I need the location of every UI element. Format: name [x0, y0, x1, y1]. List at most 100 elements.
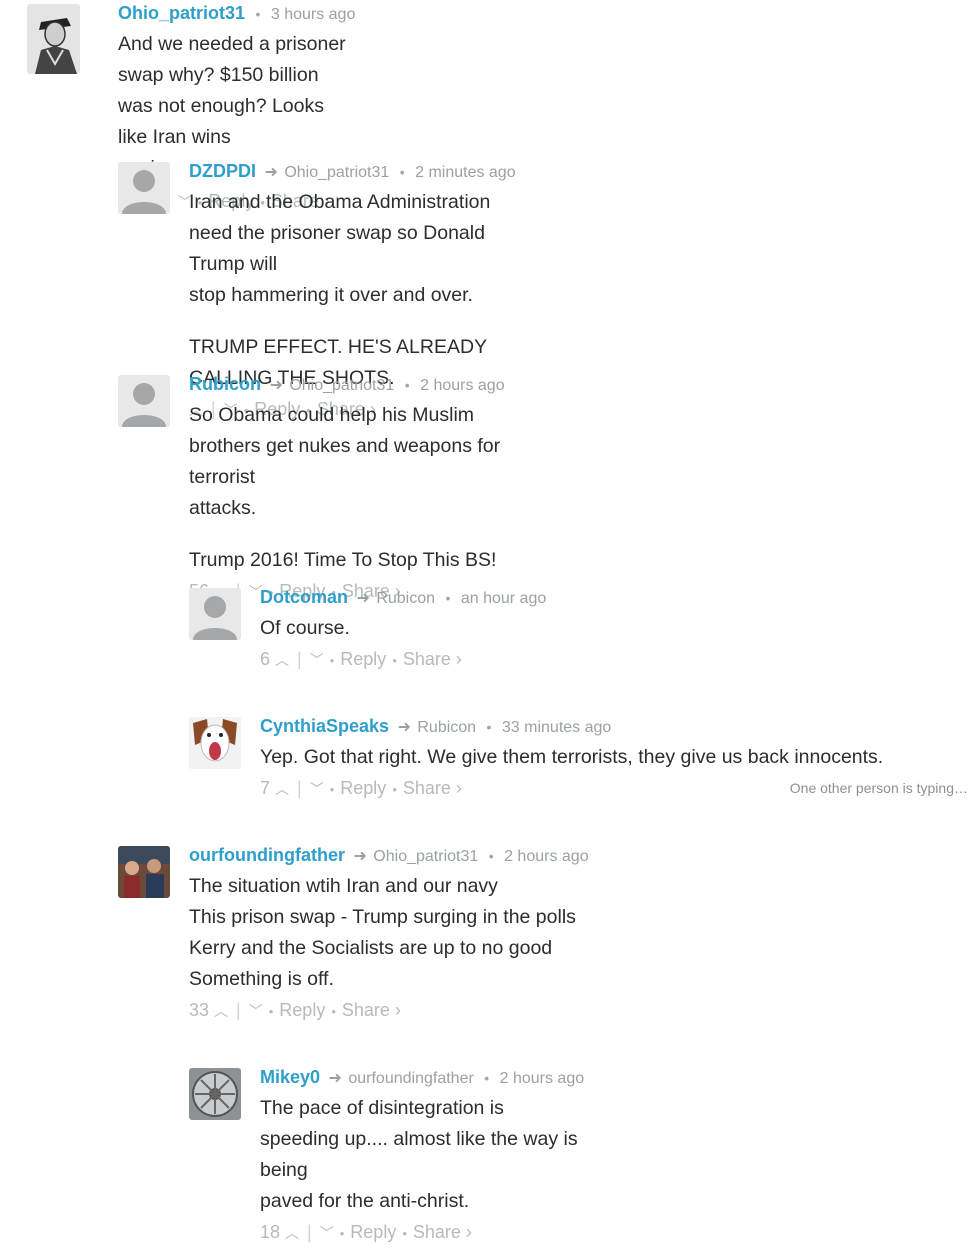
typing-indicator: One other person is typing…	[789, 780, 968, 796]
timestamp-link[interactable]: 33 minutes ago	[502, 719, 611, 736]
separator-dot: •	[268, 1004, 274, 1019]
comment-footer: 7 ︿ | ﹀ • Reply • Share › One other person is …	[260, 773, 974, 803]
avatar[interactable]	[189, 588, 241, 640]
parent-author-link[interactable]: Ohio_patriot31	[289, 377, 394, 394]
divider: |	[297, 649, 302, 669]
author-link[interactable]: Mikey0	[260, 1067, 320, 1087]
comment-text: Yep. Got that right. We give them terror…	[260, 742, 974, 773]
comment-line: attacks.	[189, 497, 257, 519]
comment-line: stop hammering it over and over.	[189, 284, 473, 306]
reply-button[interactable]: Reply	[340, 649, 386, 669]
reply-arrow-icon: ➜	[328, 1070, 342, 1087]
reply-arrow-icon: ➜	[264, 164, 278, 181]
share-button[interactable]: Share ›	[403, 778, 462, 798]
comment-header: Ohio_patriot31 • 3 hours ago	[118, 0, 355, 26]
reply-button[interactable]: Reply	[279, 1000, 325, 1020]
avatar[interactable]	[189, 1068, 241, 1120]
parent-author-link[interactable]: Rubicon	[376, 590, 435, 607]
comment-body: Dotcoman ➜ Rubicon • an hour ago Of cour…	[260, 584, 546, 674]
comment-header: Dotcoman ➜ Rubicon • an hour ago	[260, 584, 546, 610]
divider: |	[236, 1000, 241, 1020]
comment-text: The pace of disintegration is speeding u…	[260, 1093, 584, 1217]
reply-arrow-icon: ➜	[397, 719, 411, 736]
avatar[interactable]	[118, 846, 170, 898]
comment-text: Iran and the Obama Administration need t…	[189, 187, 516, 394]
share-button[interactable]: Share ›	[342, 1000, 401, 1020]
separator-dot: •	[486, 719, 492, 735]
timestamp-link[interactable]: an hour ago	[461, 590, 546, 607]
upvote-icon[interactable]: ︿	[214, 996, 228, 1026]
comment-line: Something is off.	[189, 968, 334, 990]
comment-line: So Obama could help his Muslim brothers …	[189, 404, 501, 488]
timestamp-link[interactable]: 3 hours ago	[271, 6, 356, 23]
upvote-icon[interactable]: ︿	[275, 774, 289, 804]
comment-header: DZDPDI ➜ Ohio_patriot31 • 2 minutes ago	[189, 158, 516, 184]
avatar[interactable]	[118, 375, 170, 427]
author-link[interactable]: Dotcoman	[260, 587, 348, 607]
reply-button[interactable]: Reply	[350, 1222, 396, 1242]
comment-footer: 33 ︿ | ﹀ • Reply • Share ›	[189, 995, 589, 1025]
upvote-icon[interactable]: ︿	[275, 645, 289, 675]
comment-footer: 6 ︿ | ﹀ • Reply • Share ›	[260, 644, 546, 674]
comment-line: paved for the anti-christ.	[260, 1190, 470, 1212]
soldier-portrait-icon	[27, 4, 80, 74]
timestamp-link[interactable]: 2 hours ago	[504, 848, 589, 865]
avatar[interactable]	[118, 162, 170, 214]
wheel-photo-icon	[189, 1068, 241, 1120]
avatar[interactable]	[27, 4, 80, 74]
comment-body: Rubicon ➜ Ohio_patriot31 • 2 hours ago S…	[189, 371, 505, 606]
author-link[interactable]: Ohio_patriot31	[118, 3, 245, 23]
separator-dot: •	[402, 1226, 407, 1241]
author-link[interactable]: Rubicon	[189, 374, 261, 394]
downvote-icon[interactable]: ﹀	[310, 774, 324, 804]
reply-button[interactable]: Reply	[340, 778, 386, 798]
separator-dot: •	[392, 653, 397, 668]
comment-body: ourfoundingfather ➜ Ohio_patriot31 • 2 h…	[189, 842, 589, 1025]
parent-author-link[interactable]: Ohio_patriot31	[284, 164, 389, 181]
author-link[interactable]: DZDPDI	[189, 161, 256, 181]
parent-author-link[interactable]: Rubicon	[417, 719, 476, 736]
comment-line: Kerry and the Socialists are up to no go…	[189, 937, 553, 959]
separator-dot: •	[255, 6, 261, 22]
comment-line: Trump 2016! Time To Stop This BS!	[189, 549, 497, 571]
comment-line: Iran and the Obama Administration need t…	[189, 191, 491, 275]
parent-author-link[interactable]: Ohio_patriot31	[373, 848, 478, 865]
comment-text: Of course.	[260, 613, 546, 644]
separator-dot: •	[399, 164, 405, 180]
timestamp-link[interactable]: 2 hours ago	[500, 1070, 585, 1087]
comment-text: So Obama could help his Muslim brothers …	[189, 400, 505, 576]
vote-count: 6	[260, 649, 271, 669]
comment-line: The situation wtih Iran and our navy	[189, 875, 498, 897]
separator-dot: •	[329, 653, 335, 668]
reply-arrow-icon: ➜	[353, 848, 367, 865]
avatar[interactable]	[189, 717, 241, 769]
group-photo-icon	[118, 846, 170, 898]
default-user-icon	[118, 375, 170, 427]
separator-dot: •	[339, 1226, 345, 1241]
timestamp-link[interactable]: 2 minutes ago	[415, 164, 516, 181]
comment-body: Mikey0 ➜ ourfoundingfather • 2 hours ago…	[260, 1064, 584, 1247]
author-link[interactable]: CynthiaSpeaks	[260, 716, 389, 736]
downvote-icon[interactable]: ﹀	[320, 1218, 334, 1248]
upvote-icon[interactable]: ︿	[285, 1218, 299, 1248]
default-user-icon	[118, 162, 170, 214]
divider: |	[297, 778, 302, 798]
author-link[interactable]: ourfoundingfather	[189, 845, 345, 865]
default-user-icon	[189, 588, 241, 640]
timestamp-link[interactable]: 2 hours ago	[420, 377, 505, 394]
vote-count: 18	[260, 1222, 281, 1242]
dog-photo-icon	[189, 717, 241, 769]
share-button[interactable]: Share ›	[413, 1222, 472, 1242]
comment-header: ourfoundingfather ➜ Ohio_patriot31 • 2 h…	[189, 842, 589, 868]
comment-text: The situation wtih Iran and our navy Thi…	[189, 871, 589, 995]
downvote-icon[interactable]: ﹀	[310, 645, 324, 675]
comment-line: Yep. Got that right. We give them terror…	[260, 746, 884, 768]
downvote-icon[interactable]: ﹀	[249, 996, 263, 1026]
parent-author-link[interactable]: ourfoundingfather	[348, 1070, 473, 1087]
comment-header: CynthiaSpeaks ➜ Rubicon • 33 minutes ago	[260, 713, 974, 739]
comment-header: Mikey0 ➜ ourfoundingfather • 2 hours ago	[260, 1064, 584, 1090]
share-button[interactable]: Share ›	[403, 649, 462, 669]
separator-dot: •	[445, 590, 451, 606]
comment-body: CynthiaSpeaks ➜ Rubicon • 33 minutes ago…	[260, 713, 974, 803]
separator-dot: •	[331, 1004, 336, 1019]
